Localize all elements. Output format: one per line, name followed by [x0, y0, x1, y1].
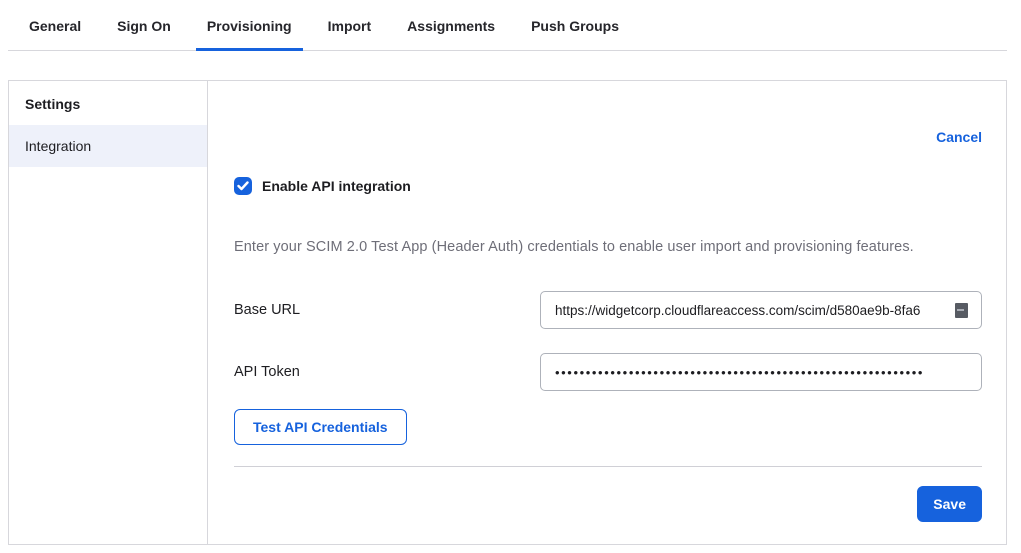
sidebar-item-integration[interactable]: Integration	[9, 125, 207, 167]
api-token-label: API Token	[234, 364, 300, 380]
tab-provisioning[interactable]: Provisioning	[196, 12, 303, 51]
checkmark-icon	[237, 181, 249, 191]
base-url-label: Base URL	[234, 302, 300, 318]
credentials-description: Enter your SCIM 2.0 Test App (Header Aut…	[234, 239, 982, 255]
save-row: Save	[234, 486, 982, 522]
base-url-row: Base URL https://widgetcorp.cloudflareac…	[234, 291, 982, 329]
sidebar-header: Settings	[9, 81, 207, 125]
tab-assignments[interactable]: Assignments	[396, 12, 506, 51]
base-url-value: https://widgetcorp.cloudflareaccess.com/…	[555, 303, 955, 318]
tab-general[interactable]: General	[18, 12, 92, 51]
text-selection-cursor-icon	[955, 303, 968, 318]
enable-api-integration-checkbox[interactable]	[234, 177, 252, 195]
enable-api-integration-label: Enable API integration	[262, 178, 411, 194]
tab-import[interactable]: Import	[317, 12, 383, 51]
integration-settings-form: Cancel Enable API integration Enter your…	[208, 81, 1006, 544]
tab-sign-on[interactable]: Sign On	[106, 12, 182, 51]
api-token-masked-value: ••••••••••••••••••••••••••••••••••••••••…	[555, 365, 968, 380]
footer-divider	[234, 466, 982, 467]
api-token-input[interactable]: ••••••••••••••••••••••••••••••••••••••••…	[540, 353, 982, 391]
test-api-credentials-button[interactable]: Test API Credentials	[234, 409, 407, 445]
enable-api-integration-row: Enable API integration	[234, 177, 982, 195]
base-url-input[interactable]: https://widgetcorp.cloudflareaccess.com/…	[540, 291, 982, 329]
settings-sidebar: Settings Integration	[9, 81, 208, 544]
cancel-row: Cancel	[234, 129, 982, 145]
provisioning-panel: Settings Integration Cancel Enable API i…	[8, 80, 1007, 545]
save-button[interactable]: Save	[917, 486, 982, 522]
tab-push-groups[interactable]: Push Groups	[520, 12, 630, 51]
app-tab-bar: General Sign On Provisioning Import Assi…	[8, 0, 1007, 51]
test-credentials-row: Test API Credentials	[234, 409, 982, 445]
cancel-link[interactable]: Cancel	[936, 129, 982, 145]
api-token-row: API Token ••••••••••••••••••••••••••••••…	[234, 353, 982, 391]
